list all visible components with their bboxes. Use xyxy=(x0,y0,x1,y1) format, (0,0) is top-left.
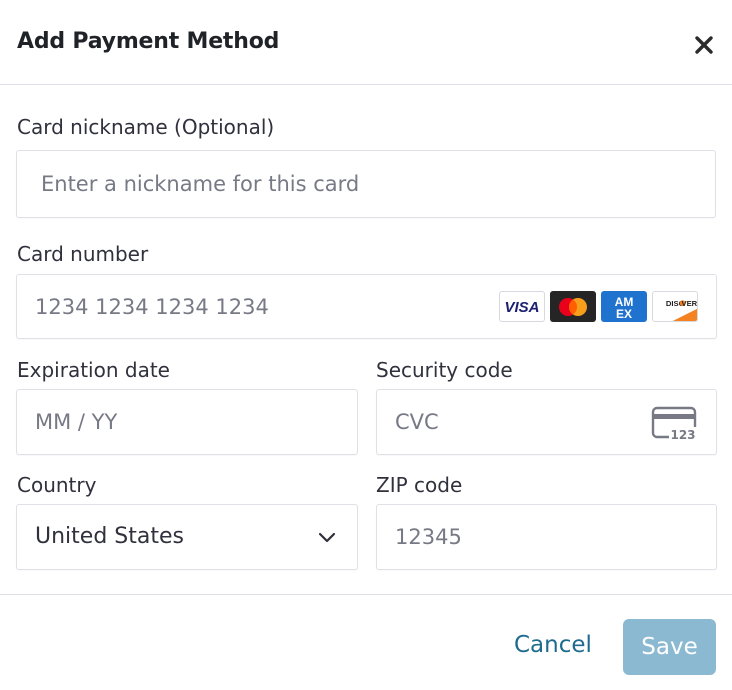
expiration-label: Expiration date xyxy=(17,358,170,382)
visa-icon: VISA xyxy=(499,291,545,322)
zip-field-wrapper xyxy=(376,504,717,570)
nickname-label: Card nickname (Optional) xyxy=(17,115,275,139)
expiration-field-wrapper xyxy=(16,389,358,455)
dialog-header: Add Payment Method xyxy=(0,0,732,85)
close-icon xyxy=(695,36,713,54)
nickname-input[interactable] xyxy=(17,151,715,217)
svg-text:VER: VER xyxy=(681,299,697,308)
chevron-down-icon xyxy=(318,532,336,543)
expiration-input[interactable] xyxy=(17,390,357,454)
footer-divider xyxy=(0,594,732,595)
amex-icon: AM EX xyxy=(601,291,647,322)
card-brand-icons: VISA AM EX DISC VER xyxy=(499,291,698,322)
card-number-field-wrapper: VISA AM EX DISC VER xyxy=(16,274,717,339)
security-code-field-wrapper: 123 xyxy=(376,389,717,455)
discover-icon: DISC VER xyxy=(652,291,698,322)
card-number-label: Card number xyxy=(17,242,149,266)
security-code-label: Security code xyxy=(376,358,513,382)
svg-text:123: 123 xyxy=(670,428,695,441)
nickname-field-wrapper xyxy=(16,150,716,218)
svg-text:VISA: VISA xyxy=(504,299,539,316)
dialog-title: Add Payment Method xyxy=(17,29,280,54)
zip-label: ZIP code xyxy=(376,473,463,497)
svg-text:EX: EX xyxy=(616,307,632,321)
country-selected-value: United States xyxy=(35,524,184,549)
card-number-input[interactable] xyxy=(17,275,487,338)
mastercard-icon xyxy=(550,291,596,322)
close-button[interactable] xyxy=(692,33,716,57)
security-code-input[interactable] xyxy=(377,390,637,454)
zip-input[interactable] xyxy=(377,505,716,569)
country-select[interactable]: United States xyxy=(16,504,358,570)
cvc-card-icon: 123 xyxy=(651,406,698,441)
save-button[interactable]: Save xyxy=(623,619,716,675)
country-label: Country xyxy=(17,473,97,497)
cancel-button[interactable]: Cancel xyxy=(514,632,592,658)
